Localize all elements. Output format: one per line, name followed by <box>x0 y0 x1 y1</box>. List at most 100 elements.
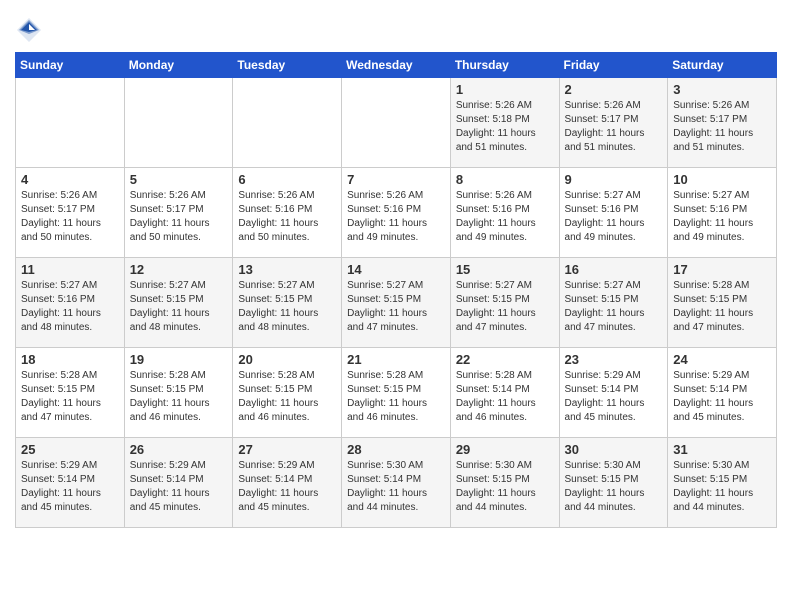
cell-info: Sunrise: 5:27 AM Sunset: 5:15 PM Dayligh… <box>347 279 445 335</box>
day-number: 15 <box>456 262 554 277</box>
cell-info: Sunrise: 5:29 AM Sunset: 5:14 PM Dayligh… <box>673 369 771 425</box>
day-number: 17 <box>673 262 771 277</box>
calendar-cell: 2 Sunrise: 5:26 AM Sunset: 5:17 PM Daylig… <box>559 78 668 168</box>
cell-info: Sunrise: 5:28 AM Sunset: 5:15 PM Dayligh… <box>130 369 228 425</box>
cell-info: Sunrise: 5:27 AM Sunset: 5:16 PM Dayligh… <box>565 189 663 245</box>
cell-info: Sunrise: 5:27 AM Sunset: 5:16 PM Dayligh… <box>21 279 119 335</box>
cell-info: Sunrise: 5:26 AM Sunset: 5:16 PM Dayligh… <box>347 189 445 245</box>
day-number: 6 <box>238 172 336 187</box>
calendar-cell <box>16 78 125 168</box>
calendar-row-1: 1 Sunrise: 5:26 AM Sunset: 5:18 PM Daylig… <box>16 78 777 168</box>
calendar-row-5: 25Sunrise: 5:29 AM Sunset: 5:14 PM Dayli… <box>16 438 777 528</box>
cell-info: Sunrise: 5:27 AM Sunset: 5:15 PM Dayligh… <box>456 279 554 335</box>
cell-info: Sunrise: 5:30 AM Sunset: 5:15 PM Dayligh… <box>673 459 771 515</box>
cell-info: Sunrise: 5:26 AM Sunset: 5:17 PM Dayligh… <box>130 189 228 245</box>
day-number: 29 <box>456 442 554 457</box>
calendar-cell: 22 Sunrise: 5:28 AM Sunset: 5:14 PM Dayli… <box>450 348 559 438</box>
cell-info: Sunrise: 5:26 AM Sunset: 5:17 PM Dayligh… <box>673 99 771 155</box>
day-number: 4 <box>21 172 119 187</box>
day-number: 9 <box>565 172 663 187</box>
col-friday: Friday <box>559 53 668 78</box>
cell-info: Sunrise: 5:29 AM Sunset: 5:14 PM Dayligh… <box>21 459 119 515</box>
calendar-cell: 10 Sunrise: 5:27 AM Sunset: 5:16 PM Dayli… <box>668 168 777 258</box>
cell-info: Sunrise: 5:26 AM Sunset: 5:17 PM Dayligh… <box>21 189 119 245</box>
calendar-cell: 13 Sunrise: 5:27 AM Sunset: 5:15 PM Dayli… <box>233 258 342 348</box>
col-saturday: Saturday <box>668 53 777 78</box>
calendar-cell: 23Sunrise: 5:29 AM Sunset: 5:14 PM Dayli… <box>559 348 668 438</box>
calendar-cell: 15 Sunrise: 5:27 AM Sunset: 5:15 PM Dayli… <box>450 258 559 348</box>
calendar-cell: 11 Sunrise: 5:27 AM Sunset: 5:16 PM Dayli… <box>16 258 125 348</box>
cell-info: Sunrise: 5:30 AM Sunset: 5:14 PM Dayligh… <box>347 459 445 515</box>
calendar-page: Sunday Monday Tuesday Wednesday Thursday… <box>0 0 792 612</box>
day-number: 13 <box>238 262 336 277</box>
calendar-cell: 5 Sunrise: 5:26 AM Sunset: 5:17 PM Daylig… <box>124 168 233 258</box>
logo-icon <box>15 16 43 44</box>
cell-info: Sunrise: 5:28 AM Sunset: 5:14 PM Dayligh… <box>456 369 554 425</box>
cell-info: Sunrise: 5:29 AM Sunset: 5:14 PM Dayligh… <box>238 459 336 515</box>
calendar-cell: 29 Sunrise: 5:30 AM Sunset: 5:15 PM Dayli… <box>450 438 559 528</box>
cell-info: Sunrise: 5:29 AM Sunset: 5:14 PM Dayligh… <box>130 459 228 515</box>
col-sunday: Sunday <box>16 53 125 78</box>
calendar-table: Sunday Monday Tuesday Wednesday Thursday… <box>15 52 777 528</box>
calendar-row-4: 18Sunrise: 5:28 AM Sunset: 5:15 PM Dayli… <box>16 348 777 438</box>
calendar-cell: 25Sunrise: 5:29 AM Sunset: 5:14 PM Dayli… <box>16 438 125 528</box>
cell-info: Sunrise: 5:27 AM Sunset: 5:15 PM Dayligh… <box>130 279 228 335</box>
cell-info: Sunrise: 5:26 AM Sunset: 5:16 PM Dayligh… <box>456 189 554 245</box>
cell-info: Sunrise: 5:28 AM Sunset: 5:15 PM Dayligh… <box>21 369 119 425</box>
col-monday: Monday <box>124 53 233 78</box>
calendar-cell: 4 Sunrise: 5:26 AM Sunset: 5:17 PM Daylig… <box>16 168 125 258</box>
header-row: Sunday Monday Tuesday Wednesday Thursday… <box>16 53 777 78</box>
day-number: 28 <box>347 442 445 457</box>
col-thursday: Thursday <box>450 53 559 78</box>
day-number: 19 <box>130 352 228 367</box>
cell-info: Sunrise: 5:26 AM Sunset: 5:18 PM Dayligh… <box>456 99 554 155</box>
calendar-cell: 21 Sunrise: 5:28 AM Sunset: 5:15 PM Dayli… <box>342 348 451 438</box>
day-number: 11 <box>21 262 119 277</box>
day-number: 27 <box>238 442 336 457</box>
calendar-cell: 3 Sunrise: 5:26 AM Sunset: 5:17 PM Daylig… <box>668 78 777 168</box>
calendar-cell: 17 Sunrise: 5:28 AM Sunset: 5:15 PM Dayli… <box>668 258 777 348</box>
calendar-cell: 12Sunrise: 5:27 AM Sunset: 5:15 PM Dayli… <box>124 258 233 348</box>
day-number: 14 <box>347 262 445 277</box>
calendar-cell: 20Sunrise: 5:28 AM Sunset: 5:15 PM Dayli… <box>233 348 342 438</box>
calendar-cell: 6 Sunrise: 5:26 AM Sunset: 5:16 PM Daylig… <box>233 168 342 258</box>
day-number: 16 <box>565 262 663 277</box>
day-number: 1 <box>456 82 554 97</box>
day-number: 3 <box>673 82 771 97</box>
cell-info: Sunrise: 5:28 AM Sunset: 5:15 PM Dayligh… <box>347 369 445 425</box>
day-number: 2 <box>565 82 663 97</box>
calendar-cell: 18Sunrise: 5:28 AM Sunset: 5:15 PM Dayli… <box>16 348 125 438</box>
day-number: 10 <box>673 172 771 187</box>
calendar-cell: 16 Sunrise: 5:27 AM Sunset: 5:15 PM Dayli… <box>559 258 668 348</box>
calendar-cell: 14 Sunrise: 5:27 AM Sunset: 5:15 PM Dayli… <box>342 258 451 348</box>
cell-info: Sunrise: 5:27 AM Sunset: 5:15 PM Dayligh… <box>238 279 336 335</box>
calendar-cell: 1 Sunrise: 5:26 AM Sunset: 5:18 PM Daylig… <box>450 78 559 168</box>
cell-info: Sunrise: 5:30 AM Sunset: 5:15 PM Dayligh… <box>565 459 663 515</box>
day-number: 21 <box>347 352 445 367</box>
calendar-cell <box>233 78 342 168</box>
calendar-cell: 9 Sunrise: 5:27 AM Sunset: 5:16 PM Daylig… <box>559 168 668 258</box>
day-number: 22 <box>456 352 554 367</box>
cell-info: Sunrise: 5:30 AM Sunset: 5:15 PM Dayligh… <box>456 459 554 515</box>
calendar-cell: 8Sunrise: 5:26 AM Sunset: 5:16 PM Daylig… <box>450 168 559 258</box>
day-number: 20 <box>238 352 336 367</box>
cell-info: Sunrise: 5:28 AM Sunset: 5:15 PM Dayligh… <box>673 279 771 335</box>
calendar-cell: 19 Sunrise: 5:28 AM Sunset: 5:15 PM Dayli… <box>124 348 233 438</box>
calendar-cell <box>342 78 451 168</box>
day-number: 31 <box>673 442 771 457</box>
logo <box>15 16 47 44</box>
cell-info: Sunrise: 5:26 AM Sunset: 5:17 PM Dayligh… <box>565 99 663 155</box>
col-wednesday: Wednesday <box>342 53 451 78</box>
day-number: 24 <box>673 352 771 367</box>
day-number: 5 <box>130 172 228 187</box>
cell-info: Sunrise: 5:27 AM Sunset: 5:16 PM Dayligh… <box>673 189 771 245</box>
calendar-cell: 26Sunrise: 5:29 AM Sunset: 5:14 PM Dayli… <box>124 438 233 528</box>
day-number: 30 <box>565 442 663 457</box>
cell-info: Sunrise: 5:26 AM Sunset: 5:16 PM Dayligh… <box>238 189 336 245</box>
day-number: 7 <box>347 172 445 187</box>
calendar-header: Sunday Monday Tuesday Wednesday Thursday… <box>16 53 777 78</box>
calendar-cell: 31 Sunrise: 5:30 AM Sunset: 5:15 PM Dayli… <box>668 438 777 528</box>
cell-info: Sunrise: 5:27 AM Sunset: 5:15 PM Dayligh… <box>565 279 663 335</box>
col-tuesday: Tuesday <box>233 53 342 78</box>
header <box>15 10 777 44</box>
